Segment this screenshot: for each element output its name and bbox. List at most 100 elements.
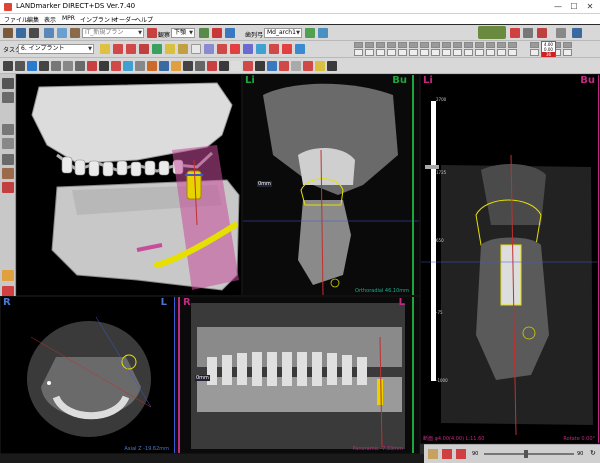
plan-edit-icon[interactable]	[147, 28, 157, 38]
view-tool-16-icon[interactable]	[183, 61, 193, 71]
tooth-slot-upper[interactable]	[409, 42, 418, 48]
implant-tool-1-icon[interactable]	[100, 44, 110, 54]
view-tool-5-icon[interactable]	[51, 61, 61, 71]
implant-tool-14-icon[interactable]	[269, 44, 279, 54]
tooth-slot-upper[interactable]	[354, 42, 363, 48]
order-icon[interactable]	[478, 26, 506, 39]
open-icon[interactable]	[16, 28, 26, 38]
refresh-icon[interactable]	[428, 449, 438, 459]
rotation-slider-thumb[interactable]	[524, 450, 528, 458]
rotate-cw-icon[interactable]: ↻	[590, 449, 596, 457]
palette-layer-icon[interactable]	[2, 124, 14, 135]
view-tool-6-icon[interactable]	[63, 61, 73, 71]
rotation-slider[interactable]	[484, 453, 574, 455]
view-tool-7-icon[interactable]	[75, 61, 85, 71]
save-icon[interactable]	[29, 28, 39, 38]
menu-mpr[interactable]: MPR	[62, 15, 75, 22]
tooth-slot-lower[interactable]	[508, 49, 517, 56]
menu-file[interactable]: ファイル	[4, 15, 28, 24]
tooth-slot-upper[interactable]	[420, 42, 429, 48]
view-tool-19-icon[interactable]	[219, 61, 229, 71]
help-icon[interactable]	[572, 28, 582, 38]
tool-icon-a[interactable]	[199, 28, 209, 38]
palette-mode-icon[interactable]	[2, 154, 14, 165]
tooth-slot-lower[interactable]	[453, 49, 462, 56]
view-combo[interactable]: 下顎 ▼	[171, 28, 195, 38]
tooth-slot-lower[interactable]	[475, 49, 484, 56]
viewport-3d[interactable]	[16, 74, 242, 296]
new-icon[interactable]	[3, 28, 13, 38]
viewport-panoramic[interactable]: R L 0mm Panoramic -7.33mm	[176, 296, 420, 454]
view-tool-27-icon[interactable]	[315, 61, 325, 71]
plan-combo[interactable]: IT_新規プラン ▼	[82, 28, 144, 38]
tooth-slot-upper[interactable]	[464, 42, 473, 48]
tooth-slot-upper[interactable]	[563, 42, 572, 48]
arch-combo[interactable]: Md_arch1 ▼	[264, 28, 302, 38]
implant-tool-13-icon[interactable]	[256, 44, 266, 54]
view-tool-2-icon[interactable]	[15, 61, 25, 71]
view-tool-1-icon[interactable]	[3, 61, 13, 71]
tooth-slot-lower[interactable]	[530, 49, 539, 56]
view-tool-8-icon[interactable]	[87, 61, 97, 71]
palette-red-icon[interactable]	[2, 182, 14, 193]
palette-palette-icon[interactable]	[2, 270, 14, 281]
tooth-slot-upper[interactable]	[365, 42, 374, 48]
selected-slot[interactable]: 4.00 0.00 36	[541, 41, 556, 57]
implant-tool-8-icon[interactable]	[191, 44, 201, 54]
implant-tool-6-icon[interactable]	[165, 44, 175, 54]
tooth-slot-upper[interactable]	[376, 42, 385, 48]
tooth-slot-lower[interactable]	[354, 49, 363, 56]
view-tool-15-icon[interactable]	[171, 61, 181, 71]
tooth-slot-lower[interactable]	[387, 49, 396, 56]
tooth-slot-upper[interactable]	[497, 42, 506, 48]
implant-tool-12-icon[interactable]	[243, 44, 253, 54]
view-tool-28-icon[interactable]	[327, 61, 337, 71]
tooth-slot-lower[interactable]	[365, 49, 374, 56]
red-tool-icon[interactable]	[510, 28, 520, 38]
minimize-button[interactable]: —	[552, 2, 564, 12]
view-tool-9-icon[interactable]	[99, 61, 109, 71]
menu-order[interactable]: オーダー	[113, 15, 137, 24]
maximize-button[interactable]: ☐	[568, 2, 580, 12]
implant-tool-10-icon[interactable]	[217, 44, 227, 54]
menu-implant[interactable]: インプラント	[80, 15, 116, 24]
alert-icon[interactable]	[537, 28, 547, 38]
tooth-slot-lower[interactable]	[497, 49, 506, 56]
implant-tool-9-icon[interactable]	[204, 44, 214, 54]
settings-icon[interactable]	[556, 28, 566, 38]
tooth-slot-lower[interactable]	[409, 49, 418, 56]
implant-tool-2-icon[interactable]	[113, 44, 123, 54]
arch-tool-icon[interactable]	[305, 28, 315, 38]
tooth-slot-upper[interactable]	[431, 42, 440, 48]
view-tool-13-icon[interactable]	[147, 61, 157, 71]
view-tool-14-icon[interactable]	[159, 61, 169, 71]
viewport-axial[interactable]: R L Axial Z -19.62mm	[0, 296, 176, 454]
menu-view[interactable]: 表示	[44, 15, 56, 24]
tooth-slot-lower[interactable]	[486, 49, 495, 56]
palette-layer2-icon[interactable]	[2, 138, 14, 149]
task-combo[interactable]: 6. インプラント ▼	[18, 44, 94, 54]
tool-icon-b[interactable]	[212, 28, 222, 38]
tooth-slot-lower[interactable]	[464, 49, 473, 56]
arch-tool2-icon[interactable]	[318, 28, 328, 38]
tooth-slot-lower[interactable]	[398, 49, 407, 56]
plan-icon[interactable]	[70, 28, 80, 38]
tooth-slot-upper[interactable]	[530, 42, 539, 48]
view-tool-22-icon[interactable]	[255, 61, 265, 71]
export-icon[interactable]	[57, 28, 67, 38]
implant-tool-11-icon[interactable]	[230, 44, 240, 54]
menu-edit[interactable]: 編集	[27, 15, 39, 24]
tool-icon-c[interactable]	[225, 28, 235, 38]
tooth-slot-lower[interactable]	[563, 49, 572, 56]
tooth-slot-upper[interactable]	[486, 42, 495, 48]
viewport-cross-section-2[interactable]: Li Bu 2700 1725 650 -75 -1000 断面 φ4.00(4…	[420, 74, 600, 444]
close-plan-icon[interactable]	[456, 449, 466, 459]
view-tool-26-icon[interactable]	[303, 61, 313, 71]
view-tool-25-icon[interactable]	[291, 61, 301, 71]
view-tool-12-icon[interactable]	[135, 61, 145, 71]
tooth-slot-upper[interactable]	[387, 42, 396, 48]
palette-color-icon[interactable]	[2, 168, 14, 179]
tooth-slot-upper[interactable]	[398, 42, 407, 48]
implant-tool-16-icon[interactable]	[295, 44, 305, 54]
delete-icon[interactable]	[442, 449, 452, 459]
